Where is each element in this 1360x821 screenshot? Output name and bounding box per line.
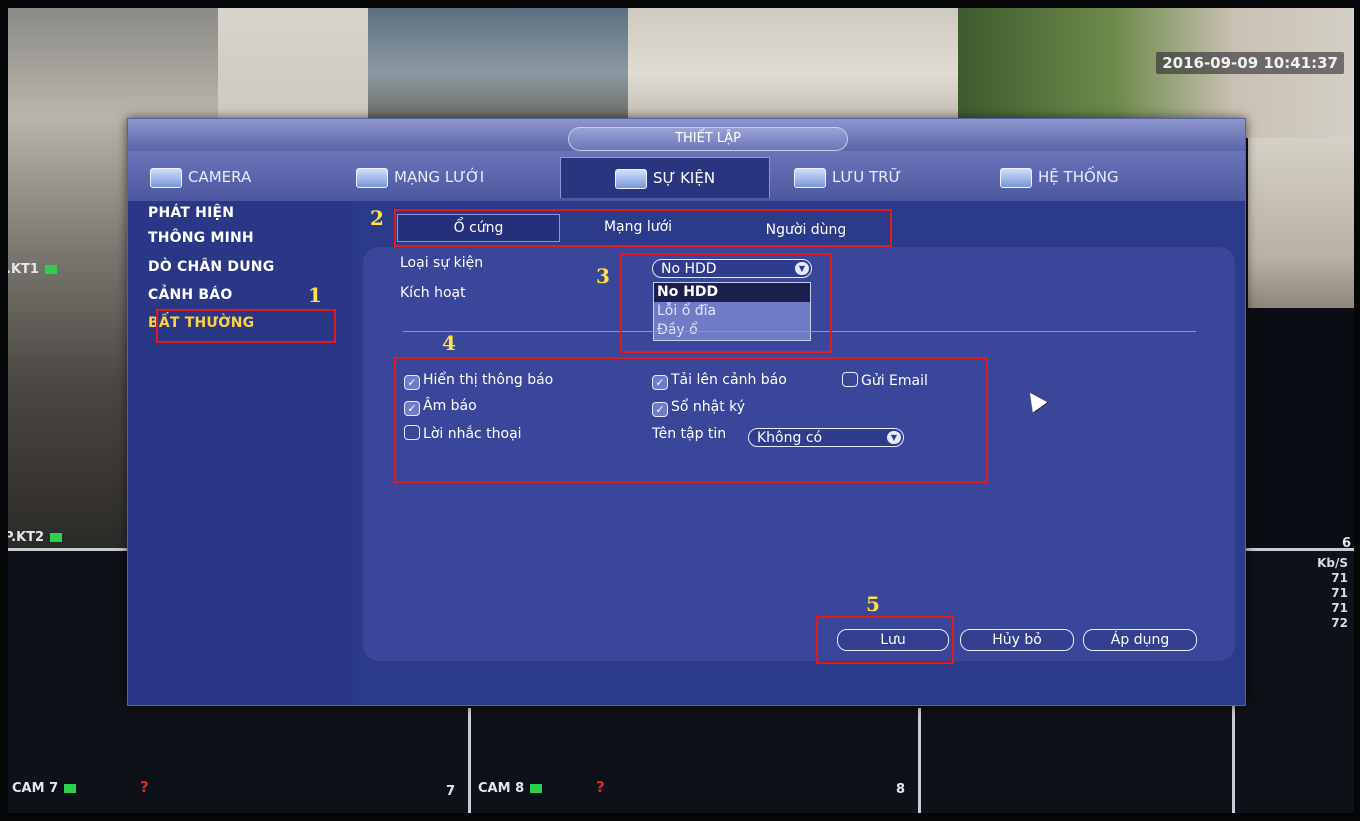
no-signal-icon: ? (140, 778, 149, 796)
camera-label: CAM 7 (12, 781, 77, 796)
annotation-number: 2 (370, 206, 384, 230)
main-tab-bar: CAMERA MẠNG LƯỚI SỰ KIỆN LƯU TRỮ HỆ THỐN… (128, 151, 1245, 201)
system-icon (1000, 167, 1032, 188)
annotation-number: 5 (866, 592, 880, 616)
annotation-box (816, 616, 954, 664)
camera-view-6 (1248, 138, 1354, 308)
channel-number: 8 (896, 782, 906, 797)
bitrate-value: 71 (1331, 601, 1348, 615)
annotation-number: 4 (442, 331, 456, 355)
bitrate-value: 71 (1331, 586, 1348, 600)
tab-camera[interactable]: CAMERA (150, 157, 310, 197)
title-bar: THIẾT LẬP (128, 119, 1245, 151)
annotation-box (156, 309, 336, 343)
camera-label: CAM 8 (478, 781, 543, 796)
annotation-number: 1 (308, 283, 322, 307)
annotation-box (620, 253, 832, 353)
annotation-number: 3 (596, 264, 610, 288)
tab-storage[interactable]: LƯU TRỮ (794, 157, 954, 197)
bitrate-value: 71 (1331, 571, 1348, 585)
channel-number: 7 (446, 784, 456, 799)
record-indicator-icon (64, 784, 77, 793)
camera-icon (150, 167, 182, 188)
sidebar-item-smart[interactable]: THÔNG MINH (148, 230, 254, 246)
window-title: THIẾT LẬP (568, 127, 848, 151)
record-indicator-icon (50, 533, 63, 542)
annotation-box (394, 357, 988, 483)
sidebar-item-motion-detect[interactable]: PHÁT HIỆN (148, 205, 234, 221)
tab-event[interactable]: SỰ KIỆN (560, 157, 770, 198)
timestamp: 2016-09-09 10:41:37 (1156, 52, 1344, 74)
no-signal-icon: ? (596, 778, 605, 796)
sidebar-item-face-detect[interactable]: DÒ CHÂN DUNG (148, 259, 274, 275)
bitrate-value: 72 (1331, 616, 1348, 630)
sidebar: PHÁT HIỆN THÔNG MINH DÒ CHÂN DUNG CẢNH B… (128, 201, 353, 705)
apply-button[interactable]: Áp dụng (1083, 629, 1197, 651)
tab-network[interactable]: MẠNG LƯỚI (356, 157, 526, 197)
event-icon (614, 168, 647, 189)
grid-divider (918, 708, 921, 813)
cancel-button[interactable]: Hủy bỏ (960, 629, 1074, 651)
annotation-box (394, 209, 892, 247)
network-icon (356, 167, 388, 188)
bitrate-unit: Kb/S (1317, 556, 1348, 570)
tab-system[interactable]: HỆ THỐNG (1000, 157, 1170, 197)
enable-label: Kích hoạt (400, 285, 466, 301)
bitrate-readout: Kb/S 71 71 71 72 (1317, 556, 1348, 631)
event-type-label: Loại sự kiện (400, 255, 484, 271)
record-indicator-icon (44, 265, 57, 274)
sidebar-item-alarm[interactable]: CẢNH BÁO (148, 287, 232, 303)
grid-divider (468, 708, 471, 813)
channel-number: 6 (1342, 536, 1352, 551)
camera-label: .KT1 (8, 262, 57, 277)
storage-icon (794, 167, 826, 188)
record-indicator-icon (530, 784, 543, 793)
camera-label: P.KT2 (8, 530, 63, 545)
